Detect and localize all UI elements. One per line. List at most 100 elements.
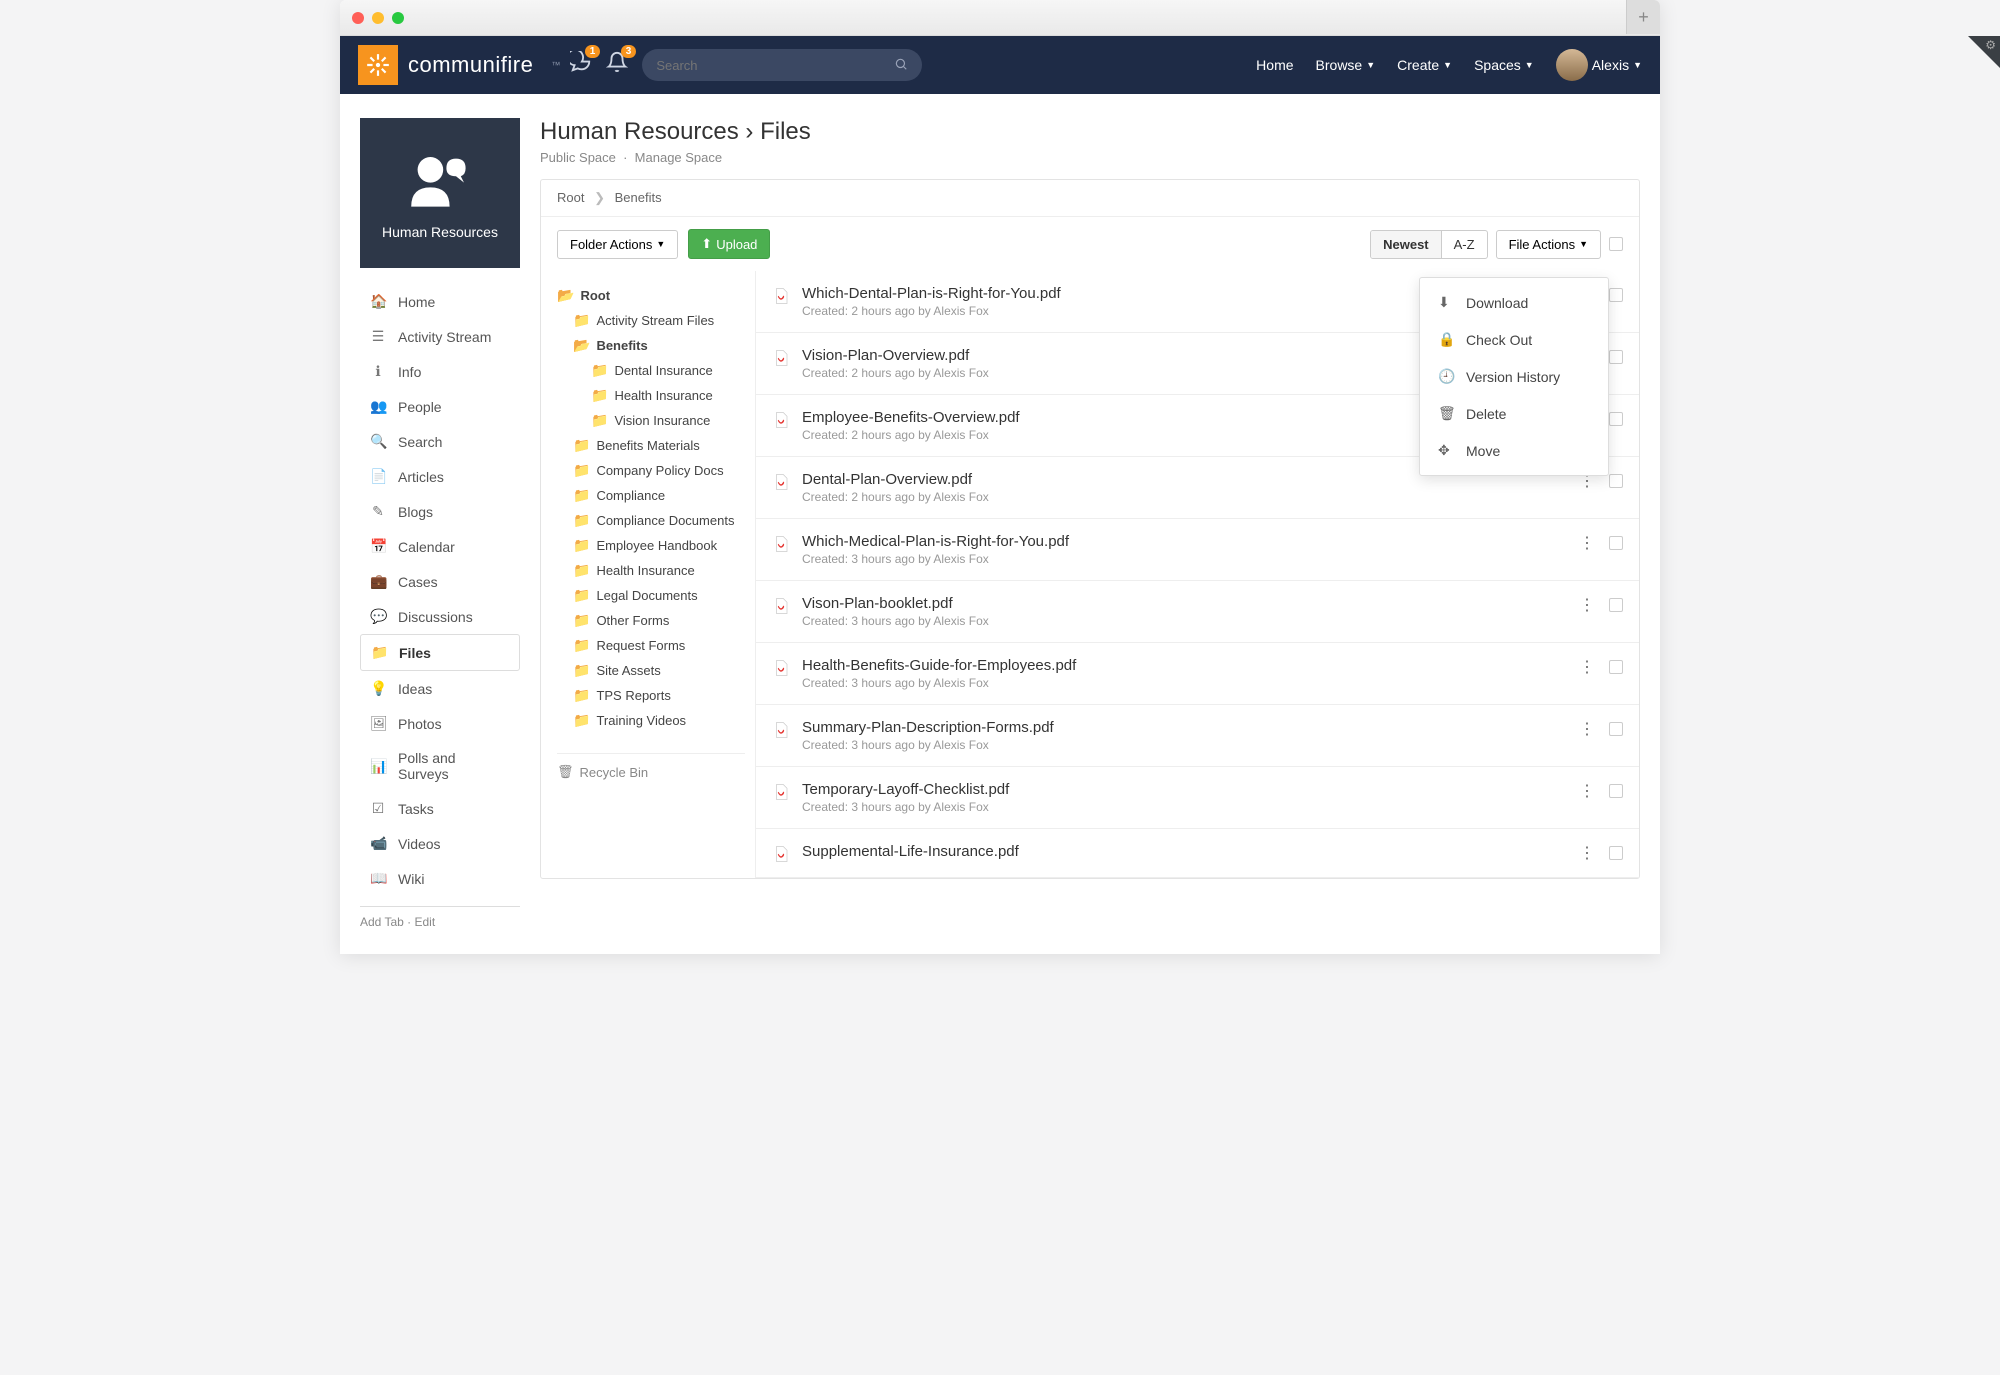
- sidebar-item-articles[interactable]: 📄Articles: [360, 459, 520, 494]
- file-kebab[interactable]: ⋮: [1575, 843, 1599, 863]
- folder-icon: 📁: [573, 587, 590, 604]
- alerts-icon[interactable]: 3: [606, 51, 628, 79]
- folder-actions-button[interactable]: Folder Actions ▼: [557, 230, 678, 259]
- menu-delete[interactable]: 🗑Delete: [1420, 395, 1608, 432]
- brand-name[interactable]: communifire: [408, 52, 533, 78]
- nav-create[interactable]: Create ▼: [1397, 57, 1452, 73]
- sidebar-item-info[interactable]: ℹInfo: [360, 354, 520, 389]
- file-checkbox[interactable]: [1609, 474, 1623, 488]
- tree-folder[interactable]: 📁Site Assets: [557, 658, 745, 683]
- new-tab-button[interactable]: +: [1626, 0, 1660, 34]
- page-subtitle: Public Space · Manage Space: [540, 150, 1640, 165]
- file-name: Temporary-Layoff-Checklist.pdf: [802, 781, 1563, 798]
- file-checkbox[interactable]: [1609, 722, 1623, 736]
- folder-label: Employee Handbook: [596, 538, 717, 553]
- tree-folder[interactable]: 📁Request Forms: [557, 633, 745, 658]
- nav-browse[interactable]: Browse ▼: [1316, 57, 1376, 73]
- file-row[interactable]: Summary-Plan-Description-Forms.pdfCreate…: [756, 705, 1639, 767]
- file-kebab[interactable]: ⋮: [1575, 533, 1599, 553]
- folder-tree: 📂 Root 📁Activity Stream Files📂Benefits📁D…: [541, 271, 756, 878]
- tree-folder[interactable]: 📁Legal Documents: [557, 583, 745, 608]
- folder-label: Compliance: [596, 488, 665, 503]
- upload-button[interactable]: ⬆Upload: [688, 229, 770, 259]
- sidebar-item-photos[interactable]: 🖼Photos: [360, 706, 520, 741]
- sidebar-item-polls-and-surveys[interactable]: 📊Polls and Surveys: [360, 741, 520, 791]
- file-checkbox[interactable]: [1609, 536, 1623, 550]
- file-row[interactable]: Health-Benefits-Guide-for-Employees.pdfC…: [756, 643, 1639, 705]
- search-input[interactable]: [656, 58, 894, 73]
- sidebar-item-label: Videos: [398, 836, 441, 852]
- tree-folder[interactable]: 📂Benefits: [557, 333, 745, 358]
- file-row[interactable]: Temporary-Layoff-Checklist.pdfCreated: 3…: [756, 767, 1639, 829]
- sidebar-item-label: Articles: [398, 469, 444, 485]
- sidebar-item-people[interactable]: 👥People: [360, 389, 520, 424]
- sidebar-item-files[interactable]: 📁Files: [360, 634, 520, 671]
- file-kebab[interactable]: ⋮: [1575, 781, 1599, 801]
- menu-move[interactable]: ✥Move: [1420, 432, 1608, 469]
- file-kebab[interactable]: ⋮: [1575, 719, 1599, 739]
- sidebar-item-discussions[interactable]: 💬Discussions: [360, 599, 520, 634]
- recycle-bin[interactable]: 🗑 Recycle Bin: [557, 753, 745, 780]
- space-card[interactable]: Human Resources: [360, 118, 520, 268]
- search-bar[interactable]: [642, 49, 922, 81]
- file-checkbox[interactable]: [1609, 412, 1623, 426]
- file-checkbox[interactable]: [1609, 660, 1623, 674]
- sidebar-item-home[interactable]: 🏠Home: [360, 284, 520, 319]
- tree-folder[interactable]: 📁Activity Stream Files: [557, 308, 745, 333]
- menu-check-out[interactable]: 🔒Check Out: [1420, 321, 1608, 358]
- tree-folder[interactable]: 📁TPS Reports: [557, 683, 745, 708]
- add-tab-link[interactable]: Add Tab: [360, 915, 404, 929]
- sidebar-item-calendar[interactable]: 📅Calendar: [360, 529, 520, 564]
- file-checkbox[interactable]: [1609, 846, 1623, 860]
- tree-folder[interactable]: 📁Dental Insurance: [557, 358, 745, 383]
- window-minimize-dot[interactable]: [372, 12, 384, 24]
- file-kebab[interactable]: ⋮: [1575, 657, 1599, 677]
- tree-folder[interactable]: 📁Training Videos: [557, 708, 745, 733]
- crumb-root[interactable]: Root: [557, 190, 584, 205]
- tree-folder[interactable]: 📁Vision Insurance: [557, 408, 745, 433]
- brand-logo[interactable]: [358, 45, 398, 85]
- file-row[interactable]: Which-Medical-Plan-is-Right-for-You.pdfC…: [756, 519, 1639, 581]
- edit-tabs-link[interactable]: Edit: [415, 915, 436, 929]
- messages-icon[interactable]: 1: [570, 51, 592, 79]
- window-zoom-dot[interactable]: [392, 12, 404, 24]
- file-kebab[interactable]: ⋮: [1575, 595, 1599, 615]
- menu-version-history[interactable]: 🕘Version History: [1420, 358, 1608, 395]
- nav-user[interactable]: Alexis ▼: [1556, 49, 1642, 81]
- select-all-checkbox[interactable]: [1609, 237, 1623, 251]
- window-close-dot[interactable]: [352, 12, 364, 24]
- nav-spaces[interactable]: Spaces ▼: [1474, 57, 1534, 73]
- menu-download[interactable]: ⬇Download: [1420, 284, 1608, 321]
- tree-folder[interactable]: 📁Compliance Documents: [557, 508, 745, 533]
- manage-space-link[interactable]: Manage Space: [635, 150, 722, 165]
- sidebar-item-wiki[interactable]: 📖Wiki: [360, 861, 520, 896]
- sidebar-item-search[interactable]: 🔍Search: [360, 424, 520, 459]
- sidebar-item-label: Files: [399, 645, 431, 661]
- file-checkbox[interactable]: [1609, 598, 1623, 612]
- tree-folder[interactable]: 📁Employee Handbook: [557, 533, 745, 558]
- nav-home[interactable]: Home: [1256, 57, 1293, 73]
- tree-folder[interactable]: 📁Company Policy Docs: [557, 458, 745, 483]
- pdf-icon: [772, 411, 790, 429]
- file-row[interactable]: Vison-Plan-booklet.pdfCreated: 3 hours a…: [756, 581, 1639, 643]
- tree-folder[interactable]: 📁Other Forms: [557, 608, 745, 633]
- file-checkbox[interactable]: [1609, 288, 1623, 302]
- sidebar-item-tasks[interactable]: ☑Tasks: [360, 791, 520, 826]
- sidebar-item-ideas[interactable]: 💡Ideas: [360, 671, 520, 706]
- tree-folder[interactable]: 📁Health Insurance: [557, 558, 745, 583]
- tree-folder[interactable]: 📁Benefits Materials: [557, 433, 745, 458]
- tree-folder[interactable]: 📁Health Insurance: [557, 383, 745, 408]
- tree-root[interactable]: 📂 Root: [557, 283, 745, 308]
- sidebar-item-cases[interactable]: 💼Cases: [360, 564, 520, 599]
- sidebar-item-blogs[interactable]: ✎Blogs: [360, 494, 520, 529]
- sidebar-item-videos[interactable]: 📹Videos: [360, 826, 520, 861]
- sort-az[interactable]: A-Z: [1442, 231, 1487, 258]
- file-checkbox[interactable]: [1609, 350, 1623, 364]
- lock-icon: 🔒: [1438, 331, 1454, 348]
- sidebar-item-activity-stream[interactable]: ☰Activity Stream: [360, 319, 520, 354]
- file-row[interactable]: Supplemental-Life-Insurance.pdf⋮: [756, 829, 1639, 878]
- file-checkbox[interactable]: [1609, 784, 1623, 798]
- tree-folder[interactable]: 📁Compliance: [557, 483, 745, 508]
- file-actions-button[interactable]: File Actions ▼: [1496, 230, 1601, 259]
- sort-newest[interactable]: Newest: [1371, 231, 1442, 258]
